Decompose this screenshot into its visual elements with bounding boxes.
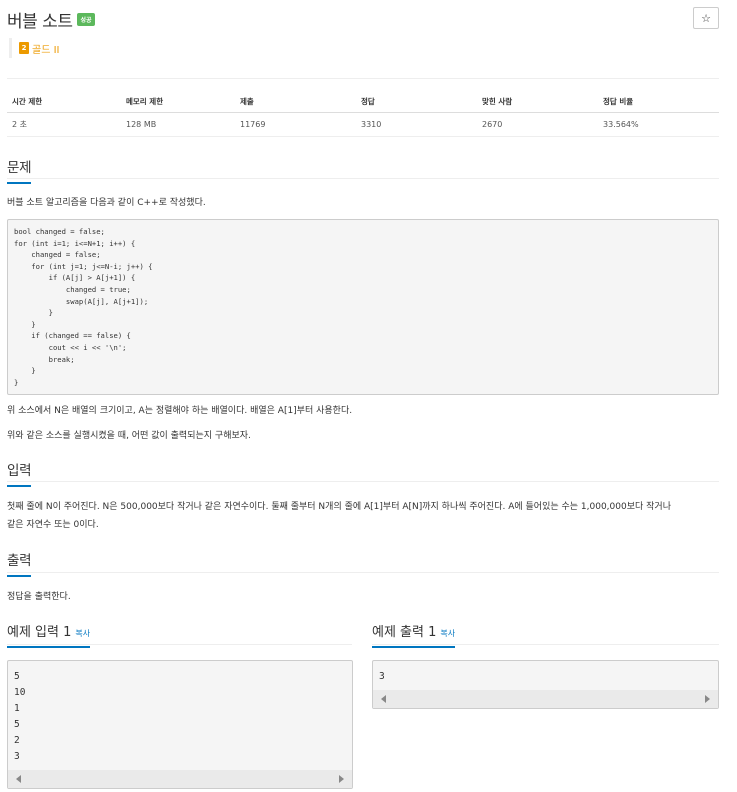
sample-output-title: 예제 출력 1 bbox=[372, 625, 437, 640]
sample-output-lines: 3 bbox=[373, 661, 718, 685]
column-header: 맞힌 사람 bbox=[477, 92, 598, 113]
sample-input-title: 예제 입력 1 bbox=[7, 625, 72, 640]
problem-intro: 버블 소트 알고리즘을 다음과 같이 C++로 작성했다. bbox=[7, 198, 206, 208]
sample-output-box[interactable]: 3 bbox=[372, 660, 719, 709]
tier-row: 2 골드 II bbox=[9, 38, 59, 58]
problem-title: 버블 소트 bbox=[7, 11, 73, 32]
table-cell: 2670 bbox=[477, 112, 598, 137]
table-header-row: 시간 제한 메모리 제한 제출 정답 맞힌 사람 정답 비율 bbox=[7, 92, 719, 113]
code-block: bool changed = false; for (int i=1; i<=N… bbox=[7, 219, 719, 395]
table-cell: 2 초 bbox=[7, 112, 121, 137]
sample-input-lines: 5 10 1 5 2 3 bbox=[8, 661, 352, 765]
table-cell: 128 MB bbox=[121, 112, 235, 137]
problem-info-table: 시간 제한 메모리 제한 제출 정답 맞힌 사람 정답 비율 2 초 128 M… bbox=[7, 92, 719, 137]
scroll-left-icon[interactable] bbox=[381, 695, 386, 703]
table-cell: 3310 bbox=[356, 112, 477, 137]
divider bbox=[7, 178, 719, 179]
scroll-right-icon[interactable] bbox=[705, 695, 710, 703]
scroll-right-icon[interactable] bbox=[339, 775, 344, 783]
input-description: 첫째 줄에 N이 주어진다. N은 500,000보다 작거나 같은 자연수이다… bbox=[7, 498, 723, 534]
sample-line: 10 bbox=[14, 687, 26, 698]
divider bbox=[7, 644, 352, 645]
sample-line: 5 bbox=[14, 671, 20, 682]
title-row: 버블 소트 성공 bbox=[7, 7, 95, 32]
divider bbox=[7, 481, 719, 482]
scroll-left-icon[interactable] bbox=[16, 775, 21, 783]
input-line-2: 같은 자연수 또는 0이다. bbox=[7, 520, 99, 530]
table-cell: 11769 bbox=[235, 112, 356, 137]
column-header: 시간 제한 bbox=[7, 92, 121, 113]
tier-label: 골드 II bbox=[32, 44, 60, 56]
divider bbox=[7, 572, 719, 573]
divider bbox=[372, 644, 719, 645]
sample-line: 2 bbox=[14, 735, 20, 746]
problem-heading: 문제 bbox=[7, 156, 32, 184]
sample-line: 3 bbox=[14, 751, 20, 762]
copy-output-button[interactable]: 복사 bbox=[440, 629, 455, 638]
problem-description-2: 위와 같은 소스를 실행시켰을 때, 어떤 값이 출력되는지 구해보자. bbox=[7, 431, 251, 441]
sample-line: 1 bbox=[14, 703, 20, 714]
tier-icon: 2 bbox=[19, 42, 29, 54]
horizontal-scrollbar[interactable] bbox=[373, 690, 718, 708]
input-heading-text: 입력 bbox=[7, 459, 32, 487]
sample-line: 3 bbox=[379, 671, 385, 682]
output-description: 정답을 출력한다. bbox=[7, 592, 71, 602]
table-row: 2 초 128 MB 11769 3310 2670 33.564% bbox=[7, 112, 719, 137]
column-header: 메모리 제한 bbox=[121, 92, 235, 113]
status-badge: 성공 bbox=[77, 12, 95, 26]
star-icon[interactable]: ☆ bbox=[693, 7, 719, 29]
column-header: 정답 비율 bbox=[598, 92, 719, 113]
input-heading: 입력 bbox=[7, 459, 32, 487]
problem-description-1: 위 소스에서 N은 배열의 크기이고, A는 정렬해야 하는 배열이다. 배열은… bbox=[7, 406, 353, 416]
table-cell: 33.564% bbox=[598, 112, 719, 137]
horizontal-scrollbar[interactable] bbox=[8, 770, 352, 788]
copy-input-button[interactable]: 복사 bbox=[75, 629, 90, 638]
sample-input-box[interactable]: 5 10 1 5 2 3 bbox=[7, 660, 353, 789]
problem-heading-text: 문제 bbox=[7, 156, 32, 184]
column-header: 제출 bbox=[235, 92, 356, 113]
column-header: 정답 bbox=[356, 92, 477, 113]
divider bbox=[7, 78, 719, 79]
input-line-1: 첫째 줄에 N이 주어진다. N은 500,000보다 작거나 같은 자연수이다… bbox=[7, 502, 671, 512]
sample-line: 5 bbox=[14, 719, 20, 730]
